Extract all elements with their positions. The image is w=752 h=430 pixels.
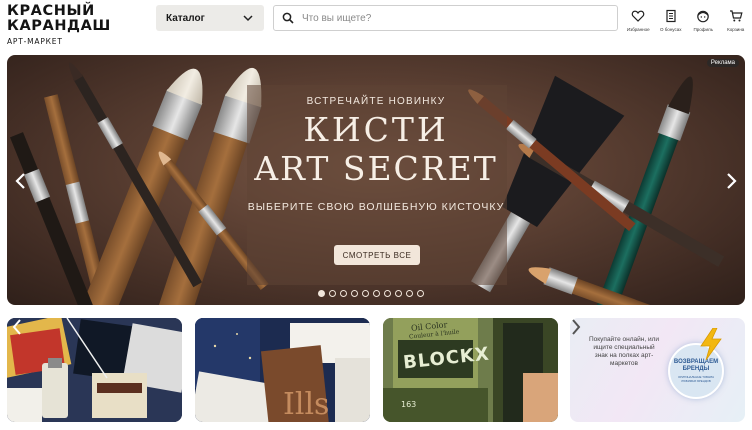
badge-title: ВОЗВРАЩАЕМ БРЕНДЫ [673,359,719,372]
banner-kicker: ВСТРЕЧАЙТЕ НОВИНКУ [306,96,446,107]
svg-text:Ills: Ills [283,387,329,422]
see-all-button[interactable]: СМОТРЕТЬ ВСЕ [334,245,420,265]
banner-title-line-2: ART SECRET [254,149,498,188]
site-header: КРАСНЫЙ КАРАНДАШ АРТ-МАРКЕТ Каталог Избр… [0,0,752,52]
search-bar[interactable] [273,5,618,31]
hero-banner[interactable]: Реклама ВСТРЕЧАЙТЕ НОВИНКУ КИСТИ ART SEC… [7,55,745,305]
bonus-label: О бонусах [659,27,682,32]
lightning-icon [700,328,722,360]
pagination-dot[interactable] [417,290,424,297]
sketchbooks-illustration: Ills [195,318,370,422]
logo-line-2: КАРАНДАШ [7,18,111,34]
banner-subtitle: ВЫБЕРИТЕ СВОЮ ВОЛШЕБНУЮ КИСТОЧКУ [247,201,505,213]
art-supplies-illustration [7,318,182,422]
profile-button[interactable]: Профиль [687,5,720,45]
profile-icon [697,10,710,23]
tile-sketchbooks[interactable]: Ills [195,318,370,422]
blockx-number: 163 [401,400,417,409]
banner-title-line-1: КИСТИ [303,110,449,149]
pagination-dot[interactable] [351,290,358,297]
chevron-right-icon[interactable] [570,318,582,336]
logo-line-1: КРАСНЫЙ [7,3,95,19]
logo-tagline: АРТ-МАРКЕТ [7,37,63,46]
heart-icon [631,10,645,22]
cart-icon [729,10,743,22]
chevron-left-icon[interactable] [11,318,23,336]
logo[interactable]: КРАСНЫЙ КАРАНДАШ АРТ-МАРКЕТ [7,3,117,47]
header-actions: Избранное О бонусах Профиль Корзина [622,5,752,45]
search-input[interactable] [302,12,609,24]
badge-small-text: ОРИГИНАЛЬНЫЕ ТОВАРЫ ЛЮБИМЫХ БРЕНДОВ [677,375,715,383]
chevron-down-icon [243,15,253,22]
favorites-label: Избранное [626,27,650,32]
bonus-button[interactable]: О бонусах [655,5,688,45]
profile-label: Профиль [693,27,713,32]
cart-label: Корзина [727,27,745,32]
tile-returning-brands[interactable]: Покупайте онлайн, или ищите специальный … [570,318,745,422]
pagination-dot[interactable] [340,290,347,297]
pagination-dot[interactable] [329,290,336,297]
pagination-dot[interactable] [373,290,380,297]
tile-art-supplies[interactable] [7,318,182,422]
pagination-dot[interactable] [406,290,413,297]
pagination-dot[interactable] [395,290,402,297]
pagination-dot[interactable] [318,290,325,297]
search-icon[interactable] [282,12,294,24]
favorites-button[interactable]: Избранное [622,5,655,45]
slider-pagination [318,290,424,297]
cart-button[interactable]: Корзина [720,5,752,45]
catalog-button-label: Каталог [166,12,205,24]
ad-label: Реклама [706,59,739,67]
pagination-dot[interactable] [384,290,391,297]
tile-blockx[interactable]: Oil Color Couleur à l'huile BLOCKX 163 [383,318,558,422]
chevron-right-icon[interactable] [723,171,739,191]
returning-brands-text: Покупайте онлайн, или ищите специальный … [588,336,660,367]
catalog-button[interactable]: Каталог [156,5,264,31]
chevron-left-icon[interactable] [13,171,29,191]
pagination-dot[interactable] [362,290,369,297]
bonus-card-icon [666,9,676,23]
